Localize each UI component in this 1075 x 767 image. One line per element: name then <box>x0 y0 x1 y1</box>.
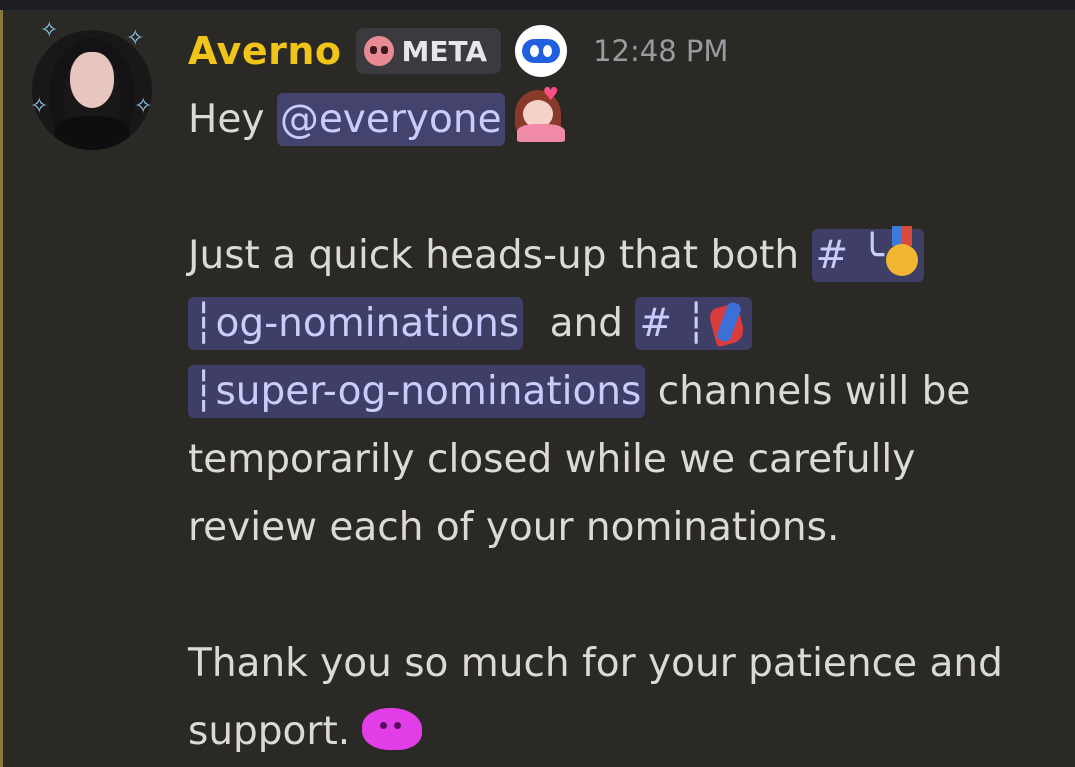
message-content: Hey @everyone ♥ Just a quick heads-up tha… <box>188 86 1058 766</box>
message-header: Averno META 12:48 PM <box>188 24 728 78</box>
body-text: Just a quick heads-up that both <box>188 233 800 278</box>
role-tag-label: META <box>401 34 488 68</box>
channel-prefix: # ╰ <box>815 233 885 278</box>
pink-blob-emoji-icon <box>362 708 423 750</box>
message-line: ┆super-og-nominations channels will be <box>188 358 1058 426</box>
body-text: channels will be <box>645 369 971 414</box>
body-text: support. <box>188 709 351 754</box>
butterfly-icon: ✧ <box>134 94 153 119</box>
channel-mention-super-og-prefix[interactable]: # ┆ <box>635 297 752 350</box>
avatar[interactable]: ✧ ✧ ✧ ✧ <box>30 14 160 150</box>
medal-icon <box>884 226 920 280</box>
message-line: Just a quick heads-up that both # ╰ <box>188 222 1058 290</box>
greeting-text: Hey <box>188 97 265 142</box>
message-line: Hey @everyone ♥ <box>188 86 1058 154</box>
butterfly-icon: ✧ <box>126 26 145 51</box>
skull-icon <box>363 36 394 66</box>
body-text: temporarily closed while we carefully <box>188 437 916 482</box>
role-tag[interactable]: META <box>355 28 502 74</box>
body-text: review each of your nominations. <box>188 505 840 550</box>
author-username[interactable]: Averno <box>188 29 342 73</box>
channel-prefix: # ┆ <box>639 301 708 346</box>
girl-emoji-icon: ♥ <box>509 86 571 142</box>
message-line: review each of your nominations. <box>188 494 1058 562</box>
message-line: support. <box>188 698 1058 766</box>
message-line: Thank you so much for your patience and <box>188 630 1058 698</box>
everyone-mention[interactable]: @everyone <box>276 93 505 146</box>
highlight-bar <box>0 10 3 767</box>
message-line: temporarily closed while we carefully <box>188 426 1058 494</box>
message-line: ┆og-nominations and # ┆ <box>188 290 1058 358</box>
channel-mention-og-nominations[interactable]: ┆og-nominations <box>188 297 524 350</box>
channel-mention-og-nominations-prefix[interactable]: # ╰ <box>811 226 925 282</box>
superhero-icon <box>707 296 748 348</box>
and-text: and <box>549 301 623 346</box>
butterfly-icon: ✧ <box>30 94 49 119</box>
butterfly-icon: ✧ <box>40 18 59 43</box>
robot-face-icon[interactable] <box>515 25 568 77</box>
top-edge-bar <box>0 0 1075 10</box>
channel-mention-super-og-nominations[interactable]: ┆super-og-nominations <box>188 365 646 418</box>
message-timestamp[interactable]: 12:48 PM <box>593 34 728 68</box>
body-text: Thank you so much for your patience and <box>188 641 1003 686</box>
